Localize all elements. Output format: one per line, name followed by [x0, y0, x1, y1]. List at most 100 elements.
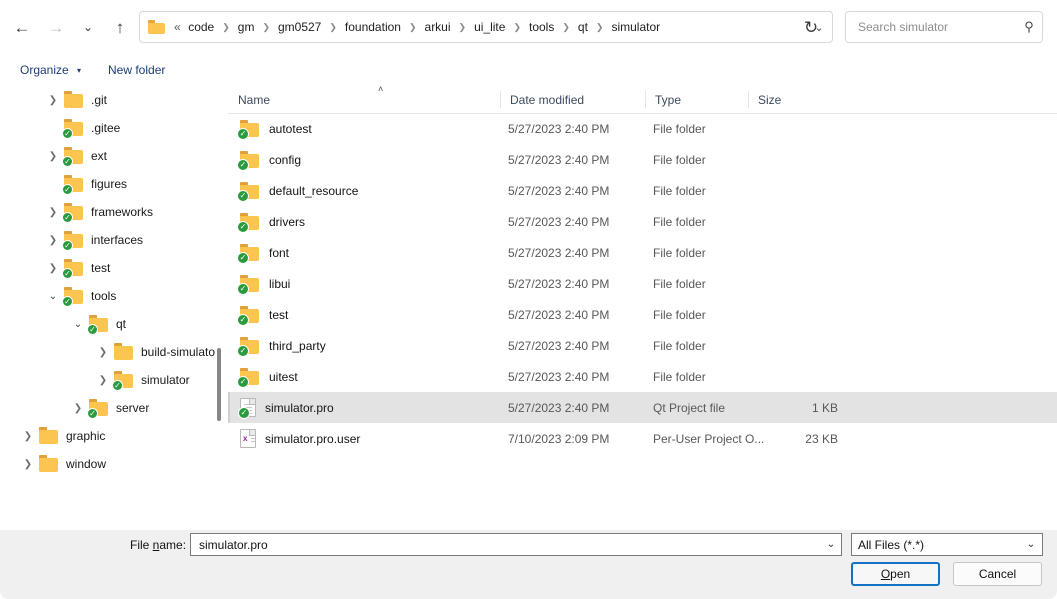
column-header-type[interactable]: Type: [645, 86, 748, 113]
table-row[interactable]: ✓autotest5/27/2023 2:40 PMFile folder: [228, 113, 1057, 144]
cancel-button[interactable]: Cancel: [953, 562, 1042, 586]
folder-icon: ✓: [64, 175, 85, 193]
file-name-input[interactable]: [197, 537, 821, 553]
arrow-up-icon[interactable]: ↑: [106, 13, 134, 41]
chevron-right-icon[interactable]: ❯: [44, 142, 62, 170]
git-status-badge-icon: ✓: [62, 184, 73, 195]
table-row[interactable]: ✓libui5/27/2023 2:40 PMFile folder: [228, 268, 1057, 299]
column-header-name[interactable]: Name: [228, 86, 500, 113]
refresh-icon[interactable]: ↻: [797, 13, 825, 41]
table-row[interactable]: ✓test5/27/2023 2:40 PMFile folder: [228, 299, 1057, 330]
git-status-badge-icon: ✓: [62, 240, 73, 251]
breadcrumb-item-gm0527[interactable]: gm0527: [275, 17, 324, 37]
folder-icon: ✓: [64, 147, 85, 165]
breadcrumb: « code ❯ gm ❯ gm0527 ❯ foundation ❯ arku…: [169, 17, 806, 37]
back-icon[interactable]: ←: [8, 13, 36, 41]
breadcrumb-item-foundation[interactable]: foundation: [342, 17, 404, 37]
folder-icon: ✓: [89, 399, 110, 417]
table-row[interactable]: ✓default_resource5/27/2023 2:40 PMFile f…: [228, 175, 1057, 206]
tree-item-git[interactable]: ❯ .git: [0, 86, 227, 114]
file-type-filter[interactable]: All Files (*.*) ⌄: [851, 533, 1043, 556]
tree-item-window[interactable]: ❯window: [0, 450, 227, 478]
file-list-pane: NameDate modifiedTypeSize˄ ✓autotest5/27…: [228, 86, 1057, 530]
git-status-badge-icon: ✓: [237, 128, 249, 140]
column-divider[interactable]: [500, 91, 501, 108]
chevron-right-icon[interactable]: ❯: [94, 366, 112, 394]
tree-item-server[interactable]: ❯✓server: [0, 394, 227, 422]
search-box[interactable]: ⚲: [845, 11, 1043, 43]
address-bar[interactable]: « code ❯ gm ❯ gm0527 ❯ foundation ❯ arku…: [139, 11, 833, 43]
file-type-cell: Per-User Project O...: [653, 432, 764, 446]
table-row[interactable]: ✓font5/27/2023 2:40 PMFile folder: [228, 237, 1057, 268]
chevron-down-icon[interactable]: ⌄: [44, 282, 62, 310]
table-row[interactable]: ✓third_party5/27/2023 2:40 PMFile folder: [228, 330, 1057, 361]
tree-item-label: build-simulato: [141, 345, 215, 359]
breadcrumb-separator: ❯: [591, 22, 609, 33]
organize-label: Organize: [20, 63, 69, 77]
folder-icon: [148, 20, 165, 34]
tree-item-build-simulato[interactable]: ❯ build-simulato: [0, 338, 227, 366]
chevron-down-icon[interactable]: ⌄: [69, 310, 87, 338]
chevron-right-icon[interactable]: ❯: [44, 86, 62, 114]
column-header-date-modified[interactable]: Date modified: [500, 86, 645, 113]
breadcrumb-item-qt[interactable]: qt: [575, 17, 591, 37]
table-row[interactable]: ✓uitest5/27/2023 2:40 PMFile folder: [228, 361, 1057, 392]
tree-item-qt[interactable]: ⌄✓qt: [0, 310, 227, 338]
breadcrumb-item-arkui[interactable]: arkui: [422, 17, 454, 37]
chevron-right-icon[interactable]: ❯: [44, 254, 62, 282]
chevron-right-icon[interactable]: ❯: [19, 422, 37, 450]
tree-scrollbar-thumb[interactable]: [217, 348, 221, 421]
tree-item-label: .git: [91, 93, 107, 107]
file-type-filter-value: All Files (*.*): [858, 538, 1020, 552]
table-row[interactable]: ✓simulator.pro5/27/2023 2:40 PMQt Projec…: [228, 392, 1057, 423]
organize-button[interactable]: Organize ▾: [16, 61, 85, 79]
search-input[interactable]: [856, 19, 1016, 35]
tree-item-label: simulator: [141, 373, 190, 387]
file-name-field[interactable]: ⌄: [190, 533, 842, 556]
tree-item-label: figures: [91, 177, 127, 191]
breadcrumb-item-ui-lite[interactable]: ui_lite: [471, 17, 508, 37]
breadcrumb-separator: ❯: [404, 22, 422, 33]
file-date-cell: 5/27/2023 2:40 PM: [508, 370, 609, 384]
breadcrumb-item-code[interactable]: code: [185, 17, 217, 37]
breadcrumb-overflow[interactable]: «: [169, 20, 185, 34]
table-row[interactable]: ✓drivers5/27/2023 2:40 PMFile folder: [228, 206, 1057, 237]
tree-item-frameworks[interactable]: ❯✓frameworks: [0, 198, 227, 226]
breadcrumb-item-tools[interactable]: tools: [526, 17, 557, 37]
chevron-right-icon[interactable]: ❯: [69, 394, 87, 422]
breadcrumb-separator: ❯: [454, 22, 472, 33]
tree-item-simulator[interactable]: ❯✓simulator: [0, 366, 227, 394]
chevron-down-icon[interactable]: ⌄: [74, 13, 102, 41]
table-row[interactable]: ✓config5/27/2023 2:40 PMFile folder: [228, 144, 1057, 175]
file-date-cell: 5/27/2023 2:40 PM: [508, 122, 609, 136]
tree-item-ext[interactable]: ❯✓ext: [0, 142, 227, 170]
tree-item-label: .gitee: [91, 121, 120, 135]
tree-item-gitee[interactable]: ✓.gitee: [0, 114, 227, 142]
file-size-cell: 23 KB: [768, 432, 838, 446]
tree-item-test[interactable]: ❯✓test: [0, 254, 227, 282]
breadcrumb-item-simulator[interactable]: simulator: [608, 17, 663, 37]
breadcrumb-item-gm[interactable]: gm: [235, 17, 258, 37]
document-file-icon: ✓: [240, 398, 256, 417]
table-row[interactable]: xsimulator.pro.user7/10/2023 2:09 PMPer-…: [228, 423, 1057, 454]
file-type-cell: File folder: [653, 153, 706, 167]
chevron-right-icon[interactable]: ❯: [19, 450, 37, 478]
tree-item-graphic[interactable]: ❯ graphic: [0, 422, 227, 450]
open-button[interactable]: Open: [851, 562, 940, 586]
chevron-down-icon[interactable]: ⌄: [821, 539, 841, 550]
navigation-tree: ❯.git✓.gitee❯✓ext✓figures❯✓frameworks❯✓i…: [0, 86, 227, 530]
new-folder-button[interactable]: New folder: [104, 61, 169, 79]
breadcrumb-separator: ❯: [557, 22, 575, 33]
column-divider[interactable]: [748, 91, 749, 108]
tree-item-tools[interactable]: ⌄✓tools: [0, 282, 227, 310]
column-divider[interactable]: [645, 91, 646, 108]
chevron-right-icon[interactable]: ❯: [94, 338, 112, 366]
tree-item-label: graphic: [66, 429, 105, 443]
forward-icon[interactable]: →: [42, 13, 70, 41]
chevron-right-icon[interactable]: ❯: [44, 198, 62, 226]
tree-item-interfaces[interactable]: ❯✓interfaces: [0, 226, 227, 254]
tree-item-figures[interactable]: ✓ figures: [0, 170, 227, 198]
column-header-size[interactable]: Size: [748, 86, 838, 113]
search-icon[interactable]: ⚲: [1016, 19, 1042, 35]
chevron-right-icon[interactable]: ❯: [44, 226, 62, 254]
